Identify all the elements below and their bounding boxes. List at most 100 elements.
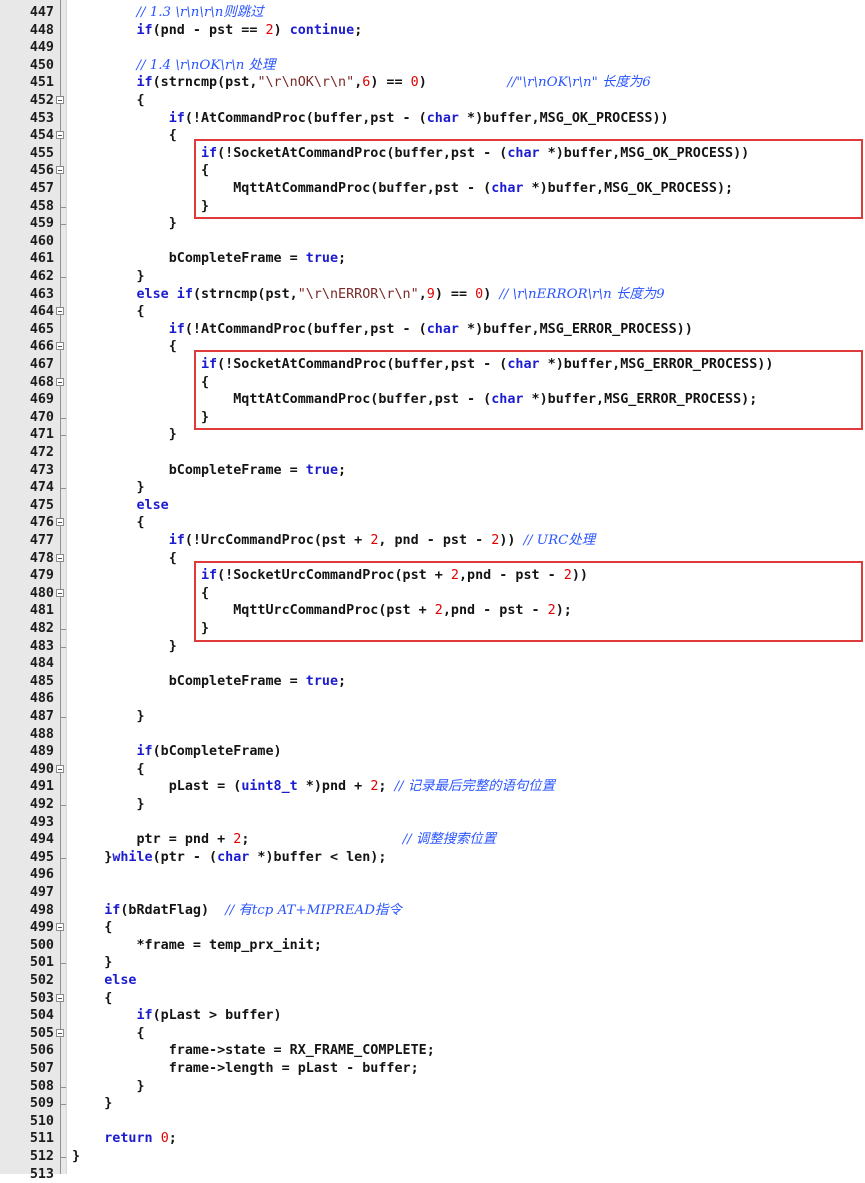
code-line[interactable]: 468 { bbox=[0, 374, 865, 392]
code-line[interactable]: 447 // 1.3 \r\n\r\n则跳过 bbox=[0, 4, 865, 22]
code-line[interactable]: 478 { bbox=[0, 550, 865, 568]
code-token: ; bbox=[338, 673, 347, 689]
code-line[interactable]: 509 } bbox=[0, 1095, 865, 1113]
code-line[interactable]: 457 MqttAtCommandProc(buffer,pst - (char… bbox=[0, 180, 865, 198]
code-line[interactable]: 489 if(bCompleteFrame) bbox=[0, 743, 865, 761]
fold-end-marker bbox=[60, 708, 66, 718]
code-token: *)buffer,MSG_ERROR_PROCESS)) bbox=[539, 357, 774, 372]
code-line[interactable]: 476 { bbox=[0, 514, 865, 532]
code-line[interactable]: 490 { bbox=[0, 761, 865, 779]
code-line[interactable]: 486 bbox=[0, 690, 865, 708]
code-keyword: true bbox=[305, 462, 339, 478]
code-keyword: char bbox=[491, 181, 524, 196]
code-line[interactable]: 491 pLast = (uint8_t *)pnd + 2; // 记录最后完… bbox=[0, 778, 865, 796]
code-line[interactable]: 481 MqttUrcCommandProc(pst + 2,pnd - pst… bbox=[0, 602, 865, 620]
code-text: { bbox=[72, 585, 209, 603]
fold-minus-icon[interactable] bbox=[56, 993, 64, 1002]
code-line[interactable]: 482 } bbox=[0, 620, 865, 638]
code-line[interactable]: 475 else bbox=[0, 497, 865, 515]
code-text: *frame = temp_prx_init; bbox=[72, 937, 321, 955]
code-line[interactable]: 453 if(!AtCommandProc(buffer,pst - (char… bbox=[0, 110, 865, 128]
line-number: 453 bbox=[29, 110, 54, 126]
code-line[interactable]: 499 { bbox=[0, 919, 865, 937]
code-token: } bbox=[72, 1096, 113, 1112]
fold-minus-icon[interactable] bbox=[56, 518, 64, 527]
code-line[interactable]: 449 bbox=[0, 39, 865, 57]
code-line[interactable]: 455 if(!SocketAtCommandProc(buffer,pst -… bbox=[0, 145, 865, 163]
code-line[interactable]: 474 } bbox=[0, 479, 865, 497]
fold-minus-icon[interactable] bbox=[56, 764, 64, 773]
code-line[interactable]: 470 } bbox=[0, 409, 865, 427]
code-line[interactable]: 467 if(!SocketAtCommandProc(buffer,pst -… bbox=[0, 356, 865, 374]
line-number: 485 bbox=[29, 673, 54, 689]
fold-minus-icon[interactable] bbox=[56, 1028, 64, 1037]
code-line[interactable]: 505 { bbox=[0, 1025, 865, 1043]
fold-minus-icon[interactable] bbox=[56, 131, 64, 140]
fold-minus-icon[interactable] bbox=[56, 96, 64, 104]
fold-minus-icon[interactable] bbox=[56, 553, 64, 562]
code-keyword: else if bbox=[136, 286, 193, 302]
code-token: ; bbox=[354, 22, 363, 38]
code-line[interactable]: 508 } bbox=[0, 1078, 865, 1096]
line-number: 477 bbox=[29, 533, 54, 548]
code-line[interactable]: 451 if(strncmp(pst,"\r\nOK\r\n",6) == 0)… bbox=[0, 74, 865, 92]
fold-minus-icon[interactable] bbox=[56, 923, 64, 932]
code-text: } bbox=[72, 620, 209, 638]
code-editor[interactable]: 447 // 1.3 \r\n\r\n则跳过 448 if(pnd - pst =… bbox=[0, 0, 865, 1182]
code-text: } bbox=[72, 198, 209, 216]
code-line[interactable]: 500 *frame = temp_prx_init; bbox=[0, 937, 865, 955]
code-line[interactable]: 464 { bbox=[0, 303, 865, 321]
fold-minus-icon[interactable] bbox=[56, 166, 64, 175]
line-number: 467 bbox=[29, 357, 54, 372]
code-line[interactable]: 462 } bbox=[0, 268, 865, 286]
code-line[interactable]: 465 if(!AtCommandProc(buffer,pst - (char… bbox=[0, 321, 865, 339]
code-line[interactable]: 479 if(!SocketUrcCommandProc(pst + 2,pnd… bbox=[0, 567, 865, 585]
code-line[interactable]: 493 bbox=[0, 814, 865, 832]
code-line[interactable]: 463 else if(strncmp(pst,"\r\nERROR\r\n",… bbox=[0, 286, 865, 304]
fold-minus-icon[interactable] bbox=[56, 377, 64, 386]
code-line[interactable]: 507 frame->length = pLast - buffer; bbox=[0, 1060, 865, 1078]
code-line[interactable]: 501 } bbox=[0, 954, 865, 972]
code-line[interactable]: 471 } bbox=[0, 426, 865, 444]
code-line[interactable]: 498 if(bRdatFlag) // 有tcp AT+MIPREAD指令 bbox=[0, 902, 865, 920]
code-line[interactable]: 450 // 1.4 \r\nOK\r\n 处理 bbox=[0, 57, 865, 75]
code-line[interactable]: 512} bbox=[0, 1148, 865, 1166]
code-line[interactable]: 492 } bbox=[0, 796, 865, 814]
code-line[interactable]: 454 { bbox=[0, 127, 865, 145]
code-line[interactable]: 469 MqttAtCommandProc(buffer,pst - (char… bbox=[0, 391, 865, 409]
fold-minus-icon[interactable] bbox=[56, 588, 64, 597]
code-line[interactable]: 497 bbox=[0, 884, 865, 902]
code-line[interactable]: 477 if(!UrcCommandProc(pst + 2, pnd - ps… bbox=[0, 532, 865, 550]
code-line[interactable]: 495 }while(ptr - (char *)buffer < len); bbox=[0, 849, 865, 867]
fold-minus-icon[interactable] bbox=[56, 307, 64, 316]
code-line[interactable]: 484 bbox=[0, 655, 865, 673]
code-line[interactable]: 487 } bbox=[0, 708, 865, 726]
code-line[interactable]: 506 frame->state = RX_FRAME_COMPLETE; bbox=[0, 1042, 865, 1060]
code-line[interactable]: 461 bCompleteFrame = true; bbox=[0, 250, 865, 268]
code-line[interactable]: 510 bbox=[0, 1113, 865, 1131]
line-number: 512 bbox=[29, 1149, 54, 1164]
code-line[interactable]: 496 bbox=[0, 866, 865, 884]
code-line[interactable]: 448 if(pnd - pst == 2) continue; bbox=[0, 22, 865, 40]
code-line[interactable]: 494 ptr = pnd + 2; // 调整搜索位置 bbox=[0, 831, 865, 849]
line-number: 470 bbox=[29, 409, 54, 425]
code-line[interactable]: 511 return 0; bbox=[0, 1130, 865, 1148]
code-line[interactable]: 503 { bbox=[0, 990, 865, 1008]
code-line[interactable]: 458 } bbox=[0, 198, 865, 216]
code-line[interactable]: 480 { bbox=[0, 585, 865, 603]
code-line[interactable]: 488 bbox=[0, 726, 865, 744]
code-line[interactable]: 460 bbox=[0, 233, 865, 251]
code-line[interactable]: 466 { bbox=[0, 338, 865, 356]
code-line[interactable]: 452 { bbox=[0, 92, 865, 110]
code-line[interactable]: 472 bbox=[0, 444, 865, 462]
code-line[interactable]: 459 } bbox=[0, 215, 865, 233]
fold-minus-icon[interactable] bbox=[56, 342, 64, 351]
code-line[interactable]: 485 bCompleteFrame = true; bbox=[0, 673, 865, 691]
code-line[interactable]: 504 if(pLast > buffer) bbox=[0, 1007, 865, 1025]
code-line[interactable]: 483 } bbox=[0, 638, 865, 656]
code-line[interactable]: 513 bbox=[0, 1166, 865, 1183]
code-line[interactable]: 502 else bbox=[0, 972, 865, 990]
code-line[interactable]: 456 { bbox=[0, 162, 865, 180]
code-line[interactable]: 473 bCompleteFrame = true; bbox=[0, 462, 865, 480]
